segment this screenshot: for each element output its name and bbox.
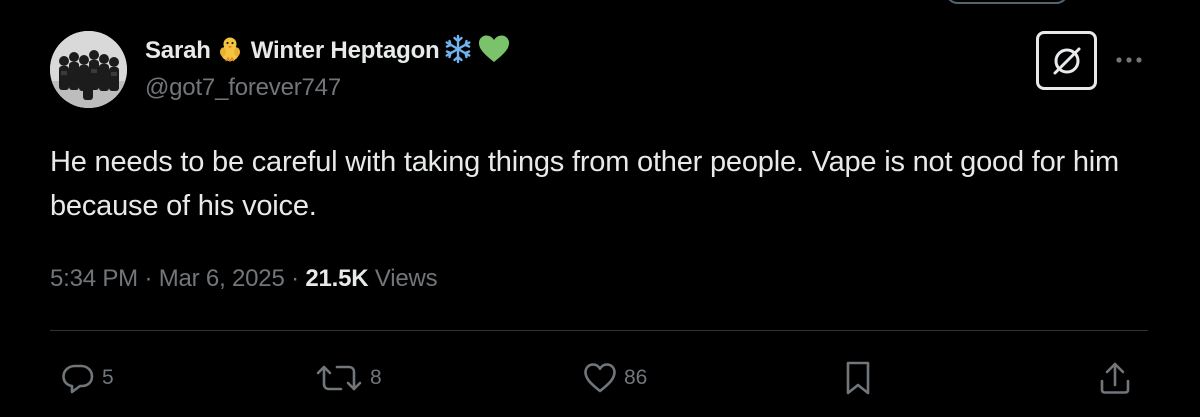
reply-icon	[62, 364, 94, 394]
more-dots-icon	[1116, 57, 1142, 63]
green-heart-icon	[477, 33, 511, 70]
bookmark-button[interactable]	[840, 358, 876, 398]
share-icon	[1100, 362, 1130, 394]
retweet-button[interactable]: 8	[314, 358, 382, 398]
tweet-date[interactable]: Mar 6, 2025	[159, 265, 285, 292]
tweet-meta: 5:34 PM · Mar 6, 2025 · 21.5K Views	[50, 265, 438, 293]
reply-button[interactable]: 5	[60, 358, 114, 398]
grok-icon	[1053, 47, 1080, 74]
tweet-text: He needs to be careful with taking thing…	[50, 146, 1119, 222]
reply-count: 5	[102, 366, 114, 389]
share-button[interactable]	[1097, 358, 1133, 398]
meta-separator: ·	[291, 265, 306, 292]
avatar-group-photo	[50, 31, 127, 108]
tweet-time[interactable]: 5:34 PM	[50, 265, 138, 292]
author-name-row[interactable]: Sarah Winter Heptagon	[145, 34, 511, 68]
heart-icon	[584, 363, 616, 393]
bookmark-icon	[846, 361, 870, 395]
retweet-icon	[316, 365, 362, 391]
grok-button[interactable]	[1036, 31, 1097, 90]
views-label: Views	[374, 265, 438, 292]
more-options-button[interactable]	[1113, 50, 1145, 70]
author-handle[interactable]: @got7_forever747	[145, 74, 341, 102]
baby-chick-icon	[215, 34, 245, 69]
display-name-second[interactable]: Winter Heptagon	[251, 37, 440, 65]
tweet-detail: Sarah Winter Heptagon @got7_forever747 H…	[0, 0, 1200, 417]
snowflake-icon	[442, 33, 474, 70]
meta-separator: ·	[144, 265, 159, 292]
divider	[50, 330, 1148, 331]
like-button[interactable]: 86	[582, 358, 647, 398]
views-count: 21.5K	[305, 265, 369, 292]
display-name-first[interactable]: Sarah	[145, 37, 211, 65]
like-count: 86	[624, 366, 648, 389]
avatar[interactable]	[50, 31, 127, 108]
top-pill-button[interactable]	[945, 0, 1069, 4]
retweet-count: 8	[370, 366, 382, 389]
